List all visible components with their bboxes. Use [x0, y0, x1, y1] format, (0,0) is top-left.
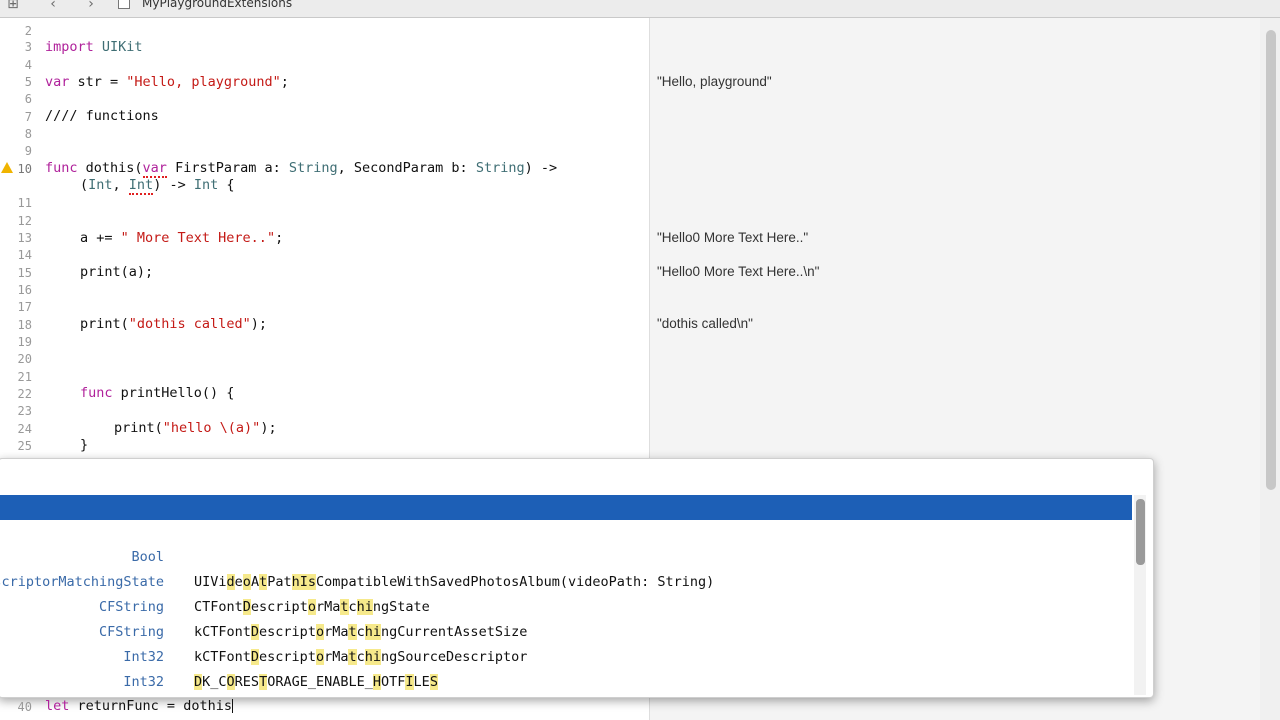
line-number: 8 [24, 127, 32, 141]
code-line-close-brace[interactable]: } [80, 437, 88, 453]
line-number: 12 [17, 214, 32, 228]
line-number: 20 [17, 352, 32, 366]
line-number: 11 [17, 196, 32, 210]
line-number: 5 [24, 75, 32, 89]
completion-item[interactable]: (Int, Int) -> Int dothis(FirstParam: Str… [0, 495, 1132, 565]
code-line-return-func[interactable]: let returnFunc = dothis [45, 698, 233, 714]
code-line-print-called[interactable]: print("dothis called"); [80, 316, 267, 332]
editor-jump-bar: ⊞ ‹ › MyPlaygroundExtensions [0, 0, 1280, 18]
completion-item[interactable]: Int32 NSADDIMAGE_OPTION_MATCH_FILENAME_B… [0, 645, 1132, 690]
line-number: 10 [17, 162, 32, 176]
line-number: 24 [17, 422, 32, 436]
vertical-scrollbar-thumb[interactable] [1266, 30, 1276, 490]
line-number: 7 [24, 110, 32, 124]
completion-item[interactable]: CFString kCTFontDescriptorMatchingResult [0, 670, 1132, 695]
completion-scrollbar-thumb[interactable] [1136, 499, 1145, 565]
line-number: 9 [24, 144, 32, 158]
code-completion-popup[interactable]: (Int, Int) -> Int dothis(FirstParam: Str… [0, 458, 1154, 698]
line-number: 4 [24, 58, 32, 72]
completion-item[interactable]: Int32 DK_CORESTORAGE_ENABLE_HOTFILES [0, 620, 1132, 690]
line-number: 14 [17, 248, 32, 262]
completion-item-name: NSADDIMAGE_OPTION_MATCH_FILENAME_BY_INST… [194, 695, 576, 697]
line-number: 19 [17, 335, 32, 349]
line-number: 15 [17, 266, 32, 280]
related-items-icon[interactable]: ⊞ [4, 0, 22, 15]
line-number: 40 [17, 700, 32, 714]
code-line-import[interactable]: import UIKit [45, 39, 143, 55]
code-line-func-signature[interactable]: func dothis(var FirstParam a: String, Se… [45, 160, 557, 178]
completion-item[interactable]: CFString kCTFontDescriptorMatchingCurren… [0, 570, 1132, 640]
line-number: 17 [17, 300, 32, 314]
back-arrow-icon[interactable]: ‹ [44, 0, 62, 15]
completion-item[interactable]: Bool UIVideoAtPathIsCompatibleWithSavedP… [0, 520, 1132, 590]
line-number: 25 [17, 439, 32, 453]
line-number: 2 [24, 24, 32, 38]
line-number: 22 [17, 387, 32, 401]
completion-item[interactable]: CFString kCTFontDescriptorMatchingSource… [0, 595, 1132, 665]
line-number: 21 [17, 370, 32, 384]
code-line-print-a[interactable]: print(a); [80, 264, 153, 280]
result-value[interactable]: "dothis called\n" [657, 316, 753, 332]
text-cursor [231, 699, 233, 713]
code-line-print-hello[interactable]: print("hello \(a)"); [114, 420, 277, 436]
code-line-str[interactable]: var str = "Hello, playground"; [45, 74, 289, 90]
forward-arrow-icon[interactable]: › [82, 0, 100, 15]
line-number: 13 [17, 231, 32, 245]
line-number: 23 [17, 404, 32, 418]
breadcrumb-file[interactable]: MyPlaygroundExtensions [142, 0, 292, 10]
completion-item[interactable]: scriptorMatchingState CTFontDescriptorMa… [0, 545, 1132, 615]
result-value[interactable]: "Hello0 More Text Here..\n" [657, 264, 819, 280]
result-value[interactable]: "Hello, playground" [657, 74, 772, 90]
code-line-func-printhello[interactable]: func printHello() { [80, 385, 234, 401]
code-line-comment[interactable]: //// functions [45, 108, 159, 124]
result-value[interactable]: "Hello0 More Text Here.." [657, 230, 808, 246]
code-line-func-return[interactable]: (Int, Int) -> Int { [80, 177, 234, 195]
line-number: 16 [17, 283, 32, 297]
code-line-append[interactable]: a += " More Text Here.."; [80, 230, 283, 246]
line-number: 18 [17, 318, 32, 332]
playground-file-icon [118, 0, 130, 9]
line-number: 3 [24, 40, 32, 54]
line-number: 6 [24, 92, 32, 106]
